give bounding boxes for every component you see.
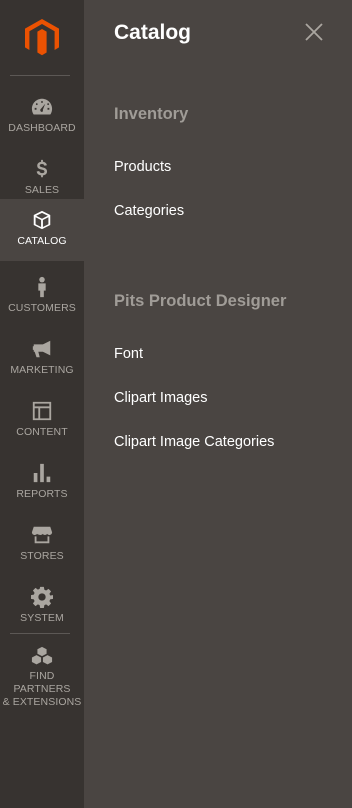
sidebar-item-marketing[interactable]: MARKETING	[0, 328, 84, 390]
magento-logo[interactable]	[0, 0, 84, 75]
gear-icon	[31, 584, 53, 610]
sidebar-item-label: CUSTOMERS	[8, 302, 76, 314]
section-title-pits-product-designer: Pits Product Designer	[114, 292, 287, 310]
sidebar-item-label: REPORTS	[16, 488, 68, 500]
panel-title: Catalog	[114, 21, 192, 44]
sidebar-item-label: CONTENT	[16, 426, 68, 438]
menu-link-clipart-image-categories[interactable]: Clipart Image Categories	[114, 434, 274, 450]
sidebar-divider	[10, 633, 70, 634]
person-icon	[31, 274, 53, 300]
sidebar-item-label: MARKETING	[10, 364, 74, 376]
sidebar-item-catalog[interactable]: CATALOG	[0, 199, 84, 261]
box-icon	[31, 207, 53, 233]
layout-icon	[31, 398, 53, 424]
menu-link-clipart-images[interactable]: Clipart Images	[114, 390, 207, 406]
sidebar-item-content[interactable]: CONTENT	[0, 390, 84, 452]
close-icon	[305, 23, 323, 41]
sidebar-item-label: SALES	[24, 184, 60, 196]
admin-sidebar: DASHBOARD SALES CATALOG CUSTOMERS MARKET…	[0, 0, 84, 808]
sidebar-item-reports[interactable]: REPORTS	[0, 452, 84, 514]
sidebar-item-system[interactable]: SYSTEM	[0, 576, 84, 638]
sidebar-item-label: SYSTEM	[20, 612, 64, 624]
megaphone-icon	[31, 336, 53, 362]
sidebar-item-find-partners[interactable]: FIND PARTNERS & EXTENSIONS	[0, 638, 84, 708]
dollar-icon	[31, 156, 53, 182]
storefront-icon	[31, 522, 53, 548]
menu-link-products[interactable]: Products	[114, 159, 171, 175]
magento-logo-icon	[25, 18, 59, 55]
menu-link-categories[interactable]: Categories	[114, 203, 184, 219]
sidebar-item-stores[interactable]: STORES	[0, 514, 84, 576]
sidebar-item-label: DASHBOARD	[8, 122, 76, 134]
sidebar-item-label-line1: FIND PARTNERS	[13, 670, 71, 695]
close-button[interactable]	[304, 22, 326, 44]
sidebar-item-label: STORES	[20, 550, 64, 562]
sidebar-divider	[10, 75, 70, 76]
cubes-icon	[31, 646, 53, 668]
sidebar-item-label: FIND PARTNERS & EXTENSIONS	[0, 670, 84, 709]
sidebar-item-dashboard[interactable]: DASHBOARD	[0, 86, 84, 148]
catalog-submenu-panel: Catalog Inventory Products Categories Pi…	[84, 0, 352, 808]
bar-chart-icon	[31, 460, 53, 486]
sidebar-item-customers[interactable]: CUSTOMERS	[0, 266, 84, 328]
sidebar-item-label-line2: & EXTENSIONS	[2, 696, 82, 708]
sidebar-item-label: CATALOG	[17, 235, 67, 247]
section-title-inventory: Inventory	[114, 105, 189, 123]
dashboard-icon	[31, 94, 53, 120]
menu-link-font[interactable]: Font	[114, 346, 143, 362]
